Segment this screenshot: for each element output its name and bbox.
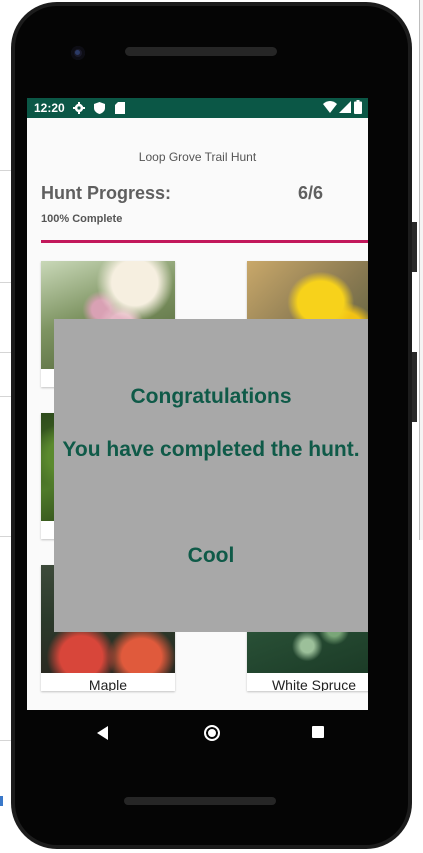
status-bar: 12:20 [27, 98, 368, 118]
power-button [412, 222, 417, 272]
app-title: Loop Grove Trail Hunt [138, 150, 257, 164]
progress-bar [41, 240, 368, 243]
status-time: 12:20 [34, 101, 65, 115]
cool-button[interactable]: Cool [164, 539, 258, 573]
host-divider [0, 352, 11, 353]
back-icon[interactable] [97, 726, 108, 740]
host-divider [0, 170, 11, 171]
completion-dialog: Congratulations You have completed the h… [54, 319, 368, 632]
signal-icon [339, 101, 351, 116]
sd-card-icon [115, 102, 125, 117]
gear-icon [73, 102, 85, 117]
host-divider [0, 396, 11, 397]
recents-icon[interactable] [312, 726, 324, 738]
wifi-icon [323, 101, 337, 116]
dialog-title: Congratulations [130, 385, 292, 408]
host-marker [0, 796, 3, 806]
volume-button [412, 352, 417, 422]
shield-icon [94, 102, 105, 117]
progress-percent-text: 100% Complete [41, 213, 123, 225]
hunt-progress-count: 6/6 [298, 183, 324, 203]
app-screen: 12:20 Loop Grove Trail Hunt Hunt Progres… [27, 98, 368, 710]
host-divider [0, 536, 11, 537]
host-divider [0, 282, 11, 283]
front-camera [71, 46, 85, 60]
bottom-speaker [124, 797, 276, 805]
hunt-item-label: White Spruce [271, 677, 357, 691]
progress-bar-fill [41, 240, 368, 243]
host-side-panel [419, 0, 423, 540]
host-divider [0, 740, 11, 741]
home-icon[interactable] [204, 725, 220, 741]
hunt-progress-label: Hunt Progress: [41, 183, 172, 203]
battery-icon [354, 100, 362, 117]
navigation-bar [27, 710, 368, 756]
hunt-item-label: Maple [88, 677, 128, 691]
dialog-message: You have completed the hunt. [62, 438, 360, 461]
earpiece-speaker [125, 47, 277, 56]
